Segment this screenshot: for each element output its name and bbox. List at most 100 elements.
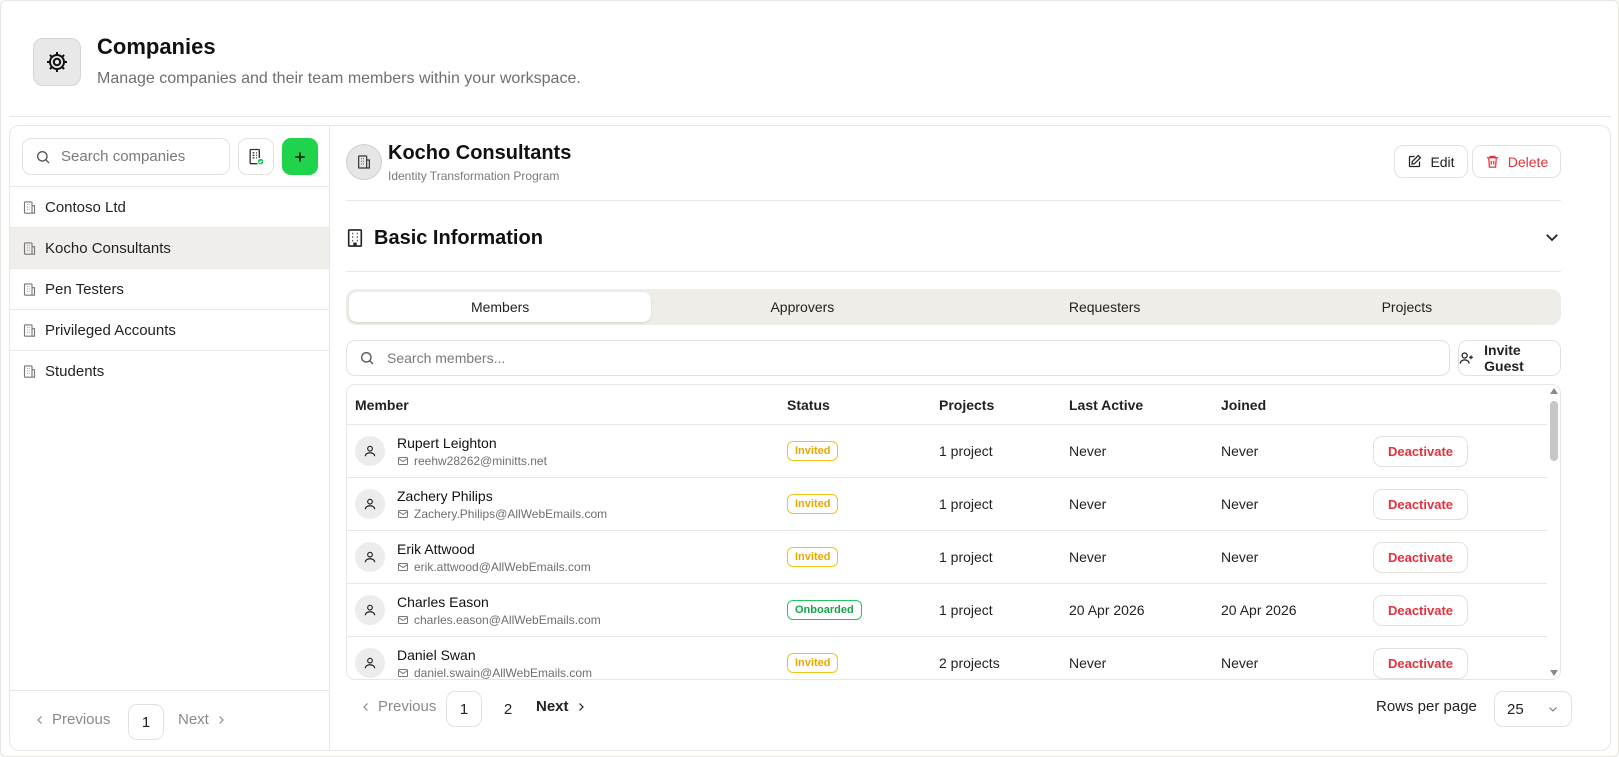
- next-label: Next: [536, 698, 569, 715]
- member-projects: 1 project: [939, 602, 993, 618]
- member-joined: Never: [1221, 655, 1259, 671]
- company-item-students[interactable]: Students: [10, 351, 329, 392]
- page-1-button[interactable]: 1: [446, 691, 482, 727]
- sidebar-page-1[interactable]: 1: [128, 704, 164, 740]
- member-last-active: Never: [1069, 549, 1107, 565]
- member-projects: 1 project: [939, 549, 993, 565]
- column-last-active: Last Active: [1069, 397, 1144, 413]
- company-search-input[interactable]: [61, 148, 211, 165]
- scroll-down-arrow-icon[interactable]: [1550, 670, 1558, 676]
- building-check-icon: [249, 148, 265, 165]
- delete-label: Delete: [1507, 153, 1549, 170]
- previous-label: Previous: [378, 698, 437, 715]
- member-projects: 1 project: [939, 496, 993, 512]
- company-search-box[interactable]: [22, 138, 230, 175]
- page-subtitle: Manage companies and their team members …: [97, 70, 581, 87]
- table-scrollbar[interactable]: [1547, 385, 1560, 679]
- company-name: Kocho Consultants: [388, 142, 572, 164]
- member-email: reehw28262@minitts.net: [397, 454, 547, 468]
- sidebar-next-button[interactable]: Next: [178, 711, 227, 728]
- company-item-contoso[interactable]: Contoso Ltd: [10, 187, 329, 228]
- rows-per-page-label: Rows per page: [1376, 698, 1477, 715]
- table-row: Rupert Leighton reehw28262@minitts.net I…: [347, 425, 1547, 478]
- member-last-active: Never: [1069, 443, 1107, 459]
- user-icon: [355, 648, 385, 678]
- member-email: erik.attwood@AllWebEmails.com: [397, 560, 591, 574]
- building-icon: [346, 144, 382, 180]
- members-next-button[interactable]: Next: [536, 698, 587, 715]
- office-building-icon: [347, 229, 363, 247]
- member-search-box[interactable]: [346, 340, 1450, 376]
- basic-info-toggle[interactable]: Basic Information: [346, 212, 1561, 264]
- deactivate-button[interactable]: Deactivate: [1373, 648, 1468, 679]
- building-icon: [23, 323, 36, 337]
- member-email-text: erik.attwood@AllWebEmails.com: [414, 560, 591, 574]
- page-header: Companies Manage companies and their tea…: [9, 1, 1611, 117]
- building-icon: [23, 365, 36, 378]
- company-sidebar: Contoso Ltd Kocho Consultants Pen Tester…: [10, 126, 330, 750]
- page-2-button[interactable]: 2: [494, 691, 522, 727]
- verified-companies-button[interactable]: [238, 138, 274, 175]
- chevron-down-icon[interactable]: [1543, 228, 1561, 246]
- table-row: Zachery Philips Zachery.Philips@AllWebEm…: [347, 478, 1547, 531]
- status-badge: Invited: [787, 547, 839, 567]
- user-icon: [355, 542, 385, 572]
- invite-guest-button[interactable]: Invite Guest: [1458, 340, 1561, 376]
- member-projects: 1 project: [939, 443, 993, 459]
- member-last-active: 20 Apr 2026: [1069, 602, 1145, 618]
- building-icon: [23, 282, 36, 296]
- member-joined: 20 Apr 2026: [1221, 602, 1297, 618]
- scroll-up-arrow-icon[interactable]: [1550, 388, 1558, 394]
- mail-icon: [398, 616, 408, 624]
- search-icon: [361, 352, 374, 365]
- member-name: Daniel Swan: [397, 647, 476, 663]
- tab-members[interactable]: Members: [349, 292, 652, 322]
- user-icon: [355, 489, 385, 519]
- member-last-active: Never: [1069, 496, 1107, 512]
- deactivate-button[interactable]: Deactivate: [1373, 436, 1468, 467]
- deactivate-button[interactable]: Deactivate: [1373, 542, 1468, 573]
- member-search-input[interactable]: [387, 350, 1287, 366]
- deactivate-button[interactable]: Deactivate: [1373, 595, 1468, 626]
- search-icon: [37, 150, 50, 163]
- table-row: Erik Attwood erik.attwood@AllWebEmails.c…: [347, 531, 1547, 584]
- chevron-right-icon: [218, 715, 224, 724]
- company-item-privileged-accounts[interactable]: Privileged Accounts: [10, 310, 329, 351]
- scrollbar-thumb[interactable]: [1550, 401, 1558, 461]
- mail-icon: [398, 563, 408, 571]
- edit-button[interactable]: Edit: [1394, 145, 1468, 178]
- company-item-pen-testers[interactable]: Pen Testers: [10, 269, 329, 310]
- rows-per-page-select[interactable]: 25: [1494, 691, 1572, 727]
- divider: [346, 200, 1561, 201]
- divider: [346, 271, 1561, 272]
- company-item-label: Privileged Accounts: [45, 321, 176, 339]
- add-company-button[interactable]: [282, 138, 318, 175]
- building-icon: [23, 200, 36, 214]
- company-item-label: Pen Testers: [45, 280, 124, 298]
- delete-button[interactable]: Delete: [1472, 145, 1561, 178]
- chevron-down-icon: [1549, 707, 1557, 712]
- chevron-right-icon: [578, 702, 584, 711]
- table-body: Rupert Leighton reehw28262@minitts.net I…: [347, 425, 1547, 679]
- member-email-text: charles.eason@AllWebEmails.com: [414, 613, 601, 627]
- building-icon: [23, 241, 36, 255]
- company-list: Contoso Ltd Kocho Consultants Pen Tester…: [10, 186, 329, 392]
- tab-approvers[interactable]: Approvers: [651, 292, 953, 322]
- member-projects: 2 projects: [939, 655, 1000, 671]
- members-previous-button[interactable]: Previous: [360, 698, 436, 715]
- member-name: Erik Attwood: [397, 541, 475, 557]
- member-email-text: reehw28262@minitts.net: [414, 454, 547, 468]
- company-item-kocho[interactable]: Kocho Consultants: [10, 228, 329, 269]
- table-header: Member Status Projects Last Active Joine…: [347, 385, 1547, 425]
- page-title: Companies: [97, 34, 216, 59]
- tab-requesters[interactable]: Requesters: [954, 292, 1256, 322]
- tab-projects[interactable]: Projects: [1256, 292, 1558, 322]
- member-name: Zachery Philips: [397, 488, 493, 504]
- company-detail: Kocho Consultants Identity Transformatio…: [330, 126, 1610, 750]
- basic-info-title: Basic Information: [374, 226, 543, 249]
- sidebar-previous-button[interactable]: Previous: [34, 711, 110, 728]
- next-label: Next: [178, 711, 209, 728]
- member-joined: Never: [1221, 496, 1259, 512]
- table-row: Daniel Swan daniel.swain@AllWebEmails.co…: [347, 637, 1547, 679]
- deactivate-button[interactable]: Deactivate: [1373, 489, 1468, 520]
